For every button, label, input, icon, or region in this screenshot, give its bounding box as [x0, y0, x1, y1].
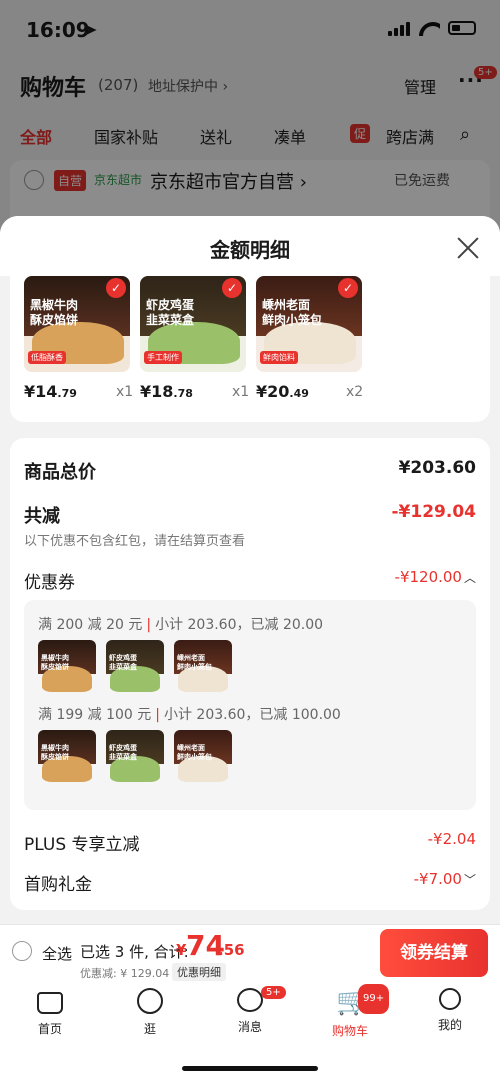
product-thumbnail: 虾皮鸡蛋 韭菜菜盒	[106, 730, 164, 788]
product-thumbnail: 嵊州老面 鲜肉小笼包	[174, 730, 232, 788]
total-reduce-label: 共减	[24, 506, 60, 527]
reduce-note: 以下优惠不包含红包，请在结算页查看	[24, 534, 246, 549]
product-thumbnail: 黑椒牛肉 酥皮馅饼 低脂酥香 ✓	[24, 276, 130, 372]
coupon-detail-box: 满 200 减 20 元 | 小计 203.60，已减 20.00 黑椒牛肉 酥皮馅饼…	[24, 600, 476, 810]
home-icon	[37, 992, 63, 1014]
checkout-bar: 全选 已选 3 件, 合计: ¥ 74 .56 优惠减: ¥ 129.04 优惠…	[0, 924, 500, 982]
first-purchase-gift-toggle[interactable]: -¥7.00 ﹀	[414, 870, 476, 888]
checked-icon: ✓	[222, 278, 242, 298]
product-thumbnail: 黑椒牛肉 酥皮馅饼	[38, 640, 96, 698]
goods-total-value: ¥203.60	[398, 458, 476, 478]
home-indicator	[182, 1066, 318, 1071]
item-price: ¥14.79	[24, 382, 77, 401]
tab-home[interactable]: 首页	[10, 988, 90, 1037]
cart-badge: 99+	[358, 984, 390, 1014]
cart-icon: 🛒 99+	[336, 984, 390, 1016]
chevron-down-icon: ﹀	[463, 873, 476, 887]
coupon-rule-line: 满 200 减 20 元 | 小计 203.60，已减 20.00	[38, 617, 324, 633]
item-quantity: x1	[232, 384, 250, 400]
coupon-toggle[interactable]: -¥120.00 ︿	[395, 568, 476, 586]
tab-messages[interactable]: 5+ 消息	[210, 986, 290, 1035]
coupon-rule-line: 满 199 减 100 元 | 小计 203.60，已减 100.00	[38, 707, 341, 723]
message-icon: 5+	[237, 986, 286, 1012]
selected-items-card: 黑椒牛肉 酥皮馅饼 低脂酥香 ✓ ¥14.79 x1 虾皮鸡蛋 韭菜菜盒 手工制作 …	[10, 276, 490, 422]
product-thumbnail: 虾皮鸡蛋 韭菜菜盒	[106, 640, 164, 698]
list-item[interactable]: 黑椒牛肉 酥皮馅饼 低脂酥香 ✓ ¥14.79 x1	[24, 276, 133, 401]
chevron-up-icon: ︿	[463, 571, 476, 585]
checkout-button[interactable]: 领券结算	[380, 929, 488, 977]
tab-me[interactable]: 我的	[410, 988, 490, 1033]
item-price: ¥20.49	[256, 382, 309, 401]
item-quantity: x2	[346, 384, 364, 400]
sheet-title: 金额明细	[210, 238, 290, 262]
select-all-checkbox[interactable]	[12, 941, 32, 961]
goods-total-label: 商品总价	[24, 462, 96, 483]
tab-cart[interactable]: 🛒 99+ 购物车	[310, 984, 390, 1039]
total-reduce-value: -¥129.04	[391, 502, 477, 522]
discount-summary: 优惠减: ¥ 129.04	[80, 967, 170, 980]
discount-detail-link[interactable]: 优惠明细	[172, 963, 226, 981]
tab-browse[interactable]: 逛	[110, 988, 190, 1037]
checked-icon: ✓	[338, 278, 358, 298]
select-all-label[interactable]: 全选	[42, 943, 72, 964]
coupon-label: 优惠券	[24, 573, 75, 593]
total-amount-decimal: .56	[218, 941, 245, 959]
product-thumbnail: 黑椒牛肉 酥皮馅饼	[38, 730, 96, 788]
plus-discount-value: -¥2.04	[427, 830, 476, 848]
product-thumbnail: 虾皮鸡蛋 韭菜菜盒 手工制作 ✓	[140, 276, 246, 372]
sheet-header: 金额明细	[0, 216, 500, 276]
amount-detail-card: 商品总价 ¥203.60 共减 -¥129.04 以下优惠不包含红包，请在结算页…	[10, 438, 490, 910]
close-icon[interactable]	[456, 236, 480, 260]
product-thumbnail: 嵊州老面 鲜肉小笼包	[174, 640, 232, 698]
profile-icon	[439, 988, 461, 1010]
message-badge: 5+	[261, 986, 286, 999]
list-item[interactable]: 嵊州老面 鲜肉小笼包 鲜肉馅料 ✓ ¥20.49 x2	[256, 276, 363, 401]
first-purchase-gift-label: 首购礼金	[24, 875, 92, 895]
product-thumbnail: 嵊州老面 鲜肉小笼包 鲜肉馅料 ✓	[256, 276, 362, 372]
selected-summary: 已选 3 件, 合计:	[80, 943, 189, 961]
total-currency: ¥	[176, 941, 187, 959]
item-price: ¥18.78	[140, 382, 193, 401]
browse-icon	[137, 988, 163, 1014]
plus-discount-label: PLUS 专享立减	[24, 835, 140, 855]
checked-icon: ✓	[106, 278, 126, 298]
item-quantity: x1	[116, 384, 134, 400]
list-item[interactable]: 虾皮鸡蛋 韭菜菜盒 手工制作 ✓ ¥18.78 x1	[140, 276, 249, 401]
